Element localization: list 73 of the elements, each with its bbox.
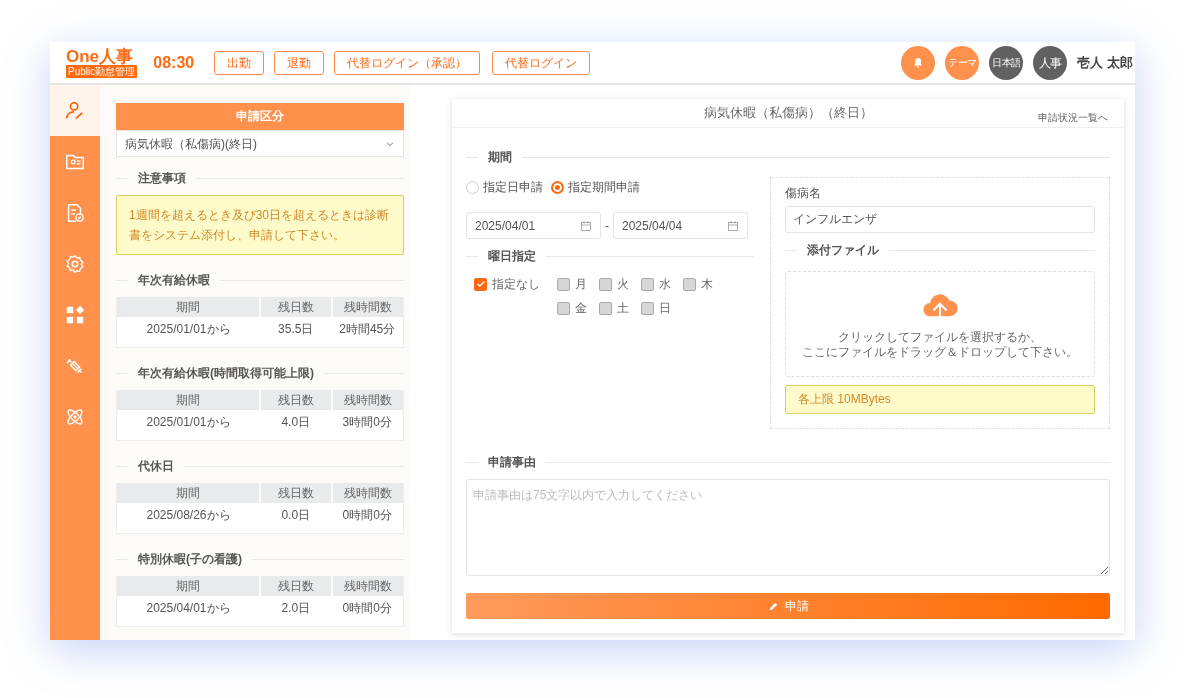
weekday-checkbox[interactable]: 木 [683,275,725,293]
form-title: 病気休暇（私傷病）（終日） [703,104,873,123]
date-separator: - [605,217,609,235]
column-header: 残日数 [260,297,332,317]
table-cell: 35.5日 [260,317,332,347]
column-header: 期間 [117,390,260,410]
table-cell: 0.0日 [260,503,332,533]
status-list-link[interactable]: 申請状況一覧へ [1038,110,1108,125]
notice-text: 1週間を超えるとき及び30日を超えるときは診断書をシステム添付し、申請して下さい。 [116,195,404,255]
calendar-icon [580,219,592,232]
table-cell: 2時間45分 [331,317,403,347]
nav-item[interactable] [50,85,100,136]
radio-option[interactable]: 指定期間申請 [551,178,640,196]
weekday-checkbox[interactable]: 指定なし [474,275,557,293]
table-cell: 3時間0分 [331,410,403,440]
table-cell: 2.0日 [260,596,332,626]
section-title: 注意事項 [116,169,404,187]
person-edit-icon [64,99,86,122]
date-field[interactable]: 2025/04/01 [466,212,601,239]
select-value: 病気休暇（私傷病)(終日) [125,135,257,153]
logo-title: One人事 [66,47,134,65]
table-cell: 0時間0分 [331,596,403,626]
disease-name-field[interactable]: インフルエンザ [785,206,1095,233]
column-header: 残時間数 [331,297,403,317]
header-badge-button[interactable]: 日本語 [989,45,1024,80]
column-header: 残時間数 [331,390,403,410]
column-header: 残日数 [260,390,332,410]
apps-grid-icon [64,303,86,326]
weekday-checkbox[interactable]: 日 [641,299,683,317]
user-name: 壱人 太郎 [1077,53,1133,72]
section-title: 申請事由 [466,453,1110,471]
dropzone-text: クリックしてファイルを選択するか、 ここにファイルをドラッグ＆ドロップして下さい。 [802,330,1078,360]
section-title: 特別休暇(子の看護) [116,550,404,568]
bell-icon [912,56,925,69]
section-title: 年次有給休暇(時間取得可能上限) [116,364,404,382]
column-header: 残時間数 [331,483,403,503]
table-cell: 2025/08/26から [117,503,260,533]
clock-time: 08:30 [153,52,195,73]
section-title: 曜日指定 [466,247,754,265]
column-header: 残日数 [260,483,332,503]
field-label: 傷病名 [785,185,822,202]
section-title: 代休日 [116,457,404,475]
file-dropzone[interactable]: クリックしてファイルを選択するか、 ここにファイルをドラッグ＆ドロップして下さい。 [785,271,1095,377]
check-icon [475,279,486,289]
column-header: 期間 [117,576,260,596]
table-cell: 2025/01/01から [117,317,260,347]
column-header: 期間 [117,483,260,503]
table-cell: 2025/01/01から [117,410,260,440]
notification-button[interactable] [901,45,936,80]
column-header: 残時間数 [331,576,403,596]
weekday-checkbox[interactable]: 水 [641,275,683,293]
table-cell: 2025/04/01から [117,596,260,626]
radio-option[interactable]: 指定日申請 [466,178,543,196]
category-select[interactable]: 病気休暇（私傷病)(終日) [116,130,404,157]
section-title: 年次有給休暇 [116,271,404,289]
header-badge-button[interactable]: 人事 [1033,45,1068,80]
table-cell: 4.0日 [260,410,332,440]
pencil-icon [767,600,779,612]
gear-icon [64,252,86,275]
weekday-checkbox[interactable]: 火 [599,275,641,293]
calendar-icon [727,219,739,232]
size-limit-note: 各上限 10MBytes [785,385,1095,414]
column-header: 期間 [117,297,260,317]
logo-subtitle: Public勤怠管理 [66,64,138,78]
date-field[interactable]: 2025/04/04 [613,212,748,239]
weekday-checkbox[interactable]: 月 [557,275,599,293]
column-header: 残日数 [260,576,332,596]
section-header: 申請区分 [116,103,404,130]
section-title: 期間 [466,148,1110,166]
table-cell: 0時間0分 [331,503,403,533]
section-title: 添付ファイル [785,241,1095,259]
weekday-checkbox[interactable]: 金 [557,299,599,317]
weekday-checkbox[interactable]: 土 [599,299,641,317]
